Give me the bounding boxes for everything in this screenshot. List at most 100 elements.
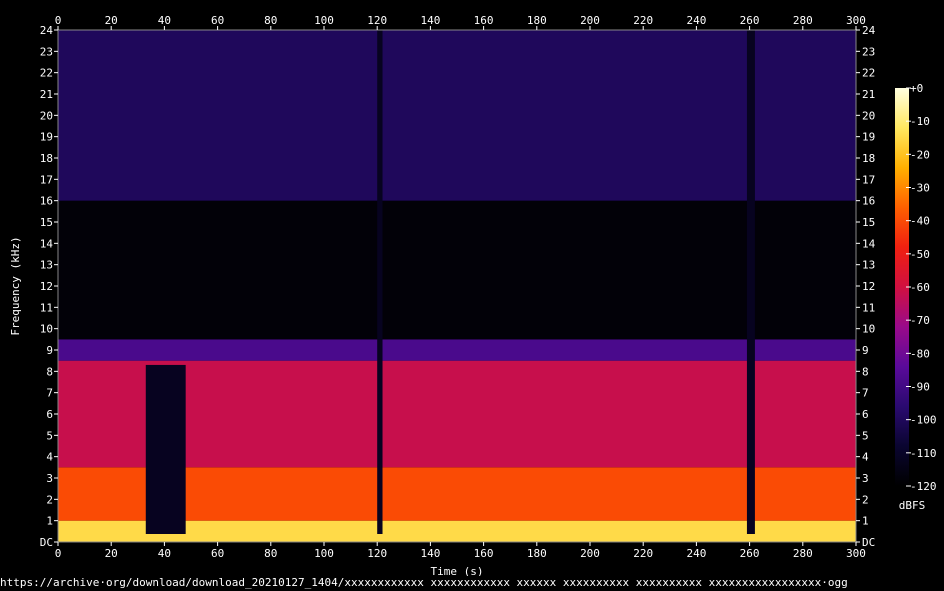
x-tick-label-bottom: 200 [580,547,600,560]
y-tick-label-right: 7 [862,387,869,400]
colorbar-tick-label: -120 [910,480,937,493]
y-tick-label-left: DC [40,536,53,549]
y-tick-label-right: 12 [862,280,875,293]
y-tick-label-right: 11 [862,301,875,314]
y-tick-label-right: 23 [862,45,875,58]
y-tick-label-left: 17 [40,173,53,186]
x-tick-label-bottom: 100 [314,547,334,560]
quiet-segment [746,30,755,534]
x-tick-label-top: 80 [264,14,277,27]
colorbar-tick-label: -50 [910,248,930,261]
colorbar-tick-label: -80 [910,347,930,360]
y-tick-label-left: 20 [40,109,53,122]
y-tick-label-left: 12 [40,280,53,293]
y-tick-label-left: 15 [40,216,53,229]
y-tick-label-left: 3 [46,472,53,485]
colorbar-tick-label: -30 [910,182,930,195]
x-tick-label-bottom: 80 [264,547,277,560]
x-tick-label-bottom: 40 [158,547,171,560]
y-tick-label-left: 8 [46,365,53,378]
x-tick-label-top: 200 [580,14,600,27]
colorbar-tick-label: -110 [910,447,937,460]
x-tick-label-bottom: 0 [55,547,62,560]
x-tick-label-bottom: 280 [793,547,813,560]
colorbar-tick-label: -40 [910,215,930,228]
y-tick-label-right: 18 [862,152,875,165]
y-tick-label-right: 5 [862,429,869,442]
y-tick-label-right: 8 [862,365,869,378]
y-tick-label-left: 18 [40,152,53,165]
x-tick-label-bottom: 60 [211,547,224,560]
source-url: https://archive·org/download/download_20… [0,576,848,589]
x-tick-label-top: 160 [474,14,494,27]
y-tick-label-left: 4 [46,451,53,464]
x-tick-label-bottom: 240 [686,547,706,560]
colorbar-tick-label: -100 [910,414,937,427]
x-tick-label-top: 120 [367,14,387,27]
y-tick-label-right: 20 [862,109,875,122]
y-tick-label-left: 2 [46,493,53,506]
y-tick-label-left: 16 [40,195,53,208]
quiet-segment [377,30,383,534]
y-tick-label-left: 23 [40,45,53,58]
colorbar-label: dBFS [899,499,926,512]
x-tick-label-top: 280 [793,14,813,27]
colorbar-tick-label: -10 [910,115,930,128]
colorbar: +0 -10 -20 -30 -40 -50 -60 -70 -80 -90 -100 -110 -12… [895,82,937,493]
x-tick-label-top: 220 [633,14,653,27]
y-axis-label: Frequency (kHz) [9,236,22,335]
spectrogram-chart: 0020204040606080801001001201201401401601… [9,14,937,576]
y-tick-label-left: 21 [40,88,53,101]
y-tick-label-left: 7 [46,387,53,400]
colorbar-tick-label: -60 [910,281,930,294]
spectrum-band [58,200,856,340]
spectrogram-plot-area [57,29,857,543]
y-tick-label-left: 10 [40,323,53,336]
y-tick-label-left: 22 [40,67,53,80]
x-tick-label-bottom: 180 [527,547,547,560]
spectrum-band [58,339,856,361]
y-tick-label-right: 4 [862,451,869,464]
x-tick-label-bottom: 220 [633,547,653,560]
y-tick-label-right: 6 [862,408,869,421]
y-tick-label-right: 19 [862,131,875,144]
y-tick-label-right: 24 [862,24,876,37]
quiet-segment [145,364,186,534]
y-tick-label-left: 13 [40,259,53,272]
colorbar-tick-label: -20 [910,148,930,161]
y-tick-label-left: 1 [46,515,53,528]
x-tick-label-bottom: 20 [105,547,118,560]
spectrum-band [58,30,856,201]
x-axis-label: Time (s) [431,565,484,576]
y-tick-label-left: 5 [46,429,53,442]
y-tick-label-left: 19 [40,131,53,144]
y-tick-label-right: 13 [862,259,875,272]
y-tick-label-left: 14 [40,237,54,250]
y-tick-label-right: 9 [862,344,869,357]
x-tick-label-top: 20 [105,14,118,27]
y-tick-label-right: 21 [862,88,875,101]
colorbar-tick-label: -70 [910,314,930,327]
y-tick-label-right: DC [862,536,875,549]
y-tick-label-right: 17 [862,173,875,186]
y-tick-label-right: 1 [862,515,869,528]
y-tick-label-left: 11 [40,301,53,314]
x-tick-label-top: 260 [740,14,760,27]
x-tick-label-top: 240 [686,14,706,27]
y-tick-label-right: 2 [862,493,869,506]
y-tick-label-right: 15 [862,216,875,229]
y-tick-label-left: 6 [46,408,53,421]
x-tick-label-top: 40 [158,14,171,27]
x-tick-label-top: 140 [420,14,440,27]
x-tick-label-bottom: 160 [474,547,494,560]
y-tick-label-right: 10 [862,323,875,336]
y-tick-label-right: 22 [862,67,875,80]
x-tick-label-bottom: 260 [740,547,760,560]
colorbar-tick-label: -90 [910,381,930,394]
y-tick-label-right: 16 [862,195,875,208]
x-tick-label-top: 60 [211,14,224,27]
x-tick-label-bottom: 140 [420,547,440,560]
colorbar-tick-label: +0 [910,82,923,95]
y-tick-label-right: 3 [862,472,869,485]
x-tick-label-top: 100 [314,14,334,27]
